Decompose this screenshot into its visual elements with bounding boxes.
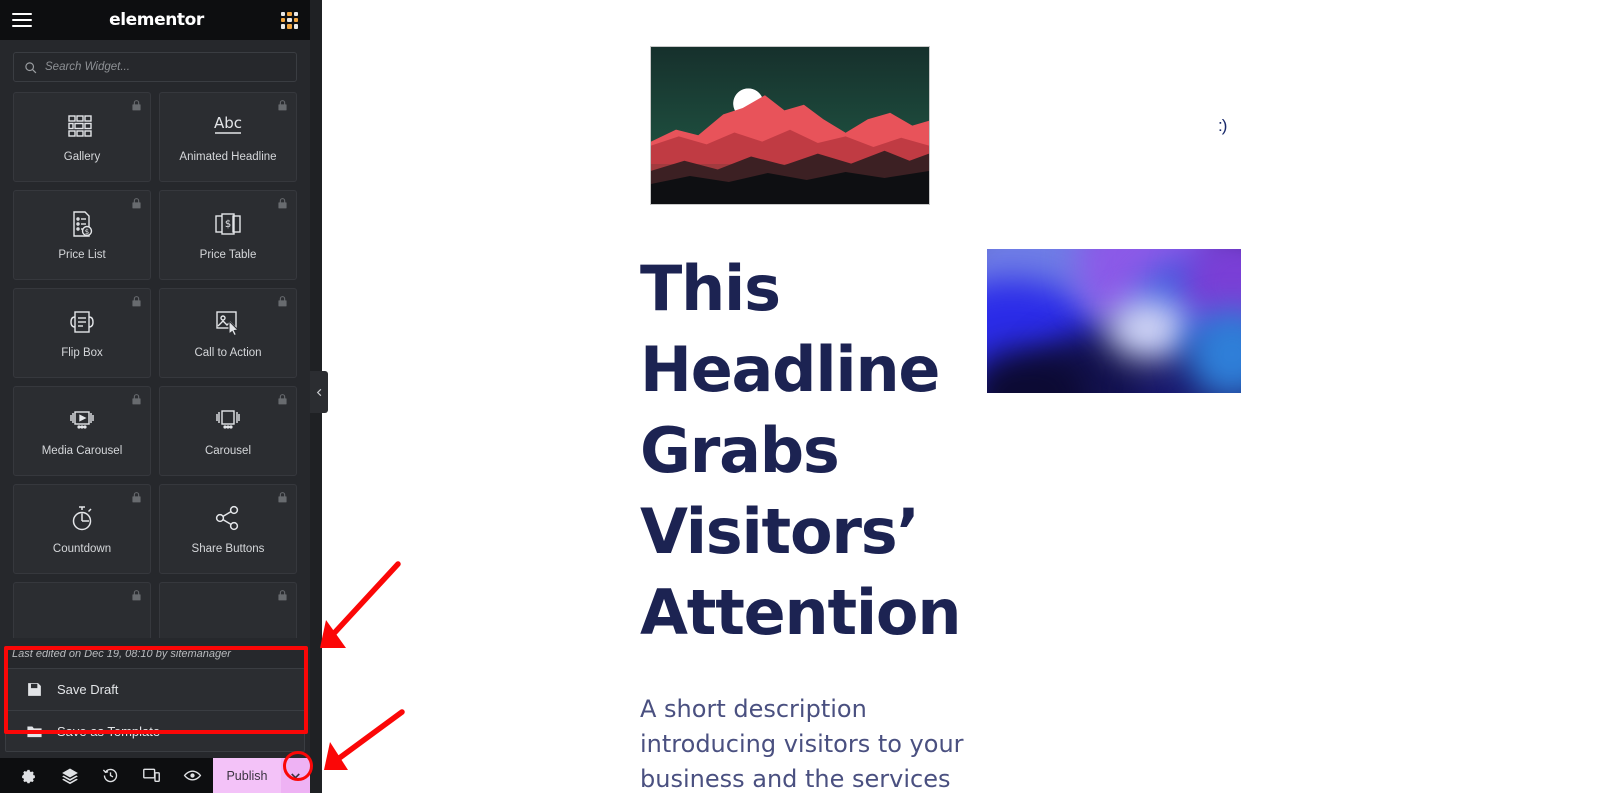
widget-card-partial-right[interactable] bbox=[159, 582, 297, 638]
lock-icon bbox=[132, 590, 141, 601]
widget-card-share-buttons[interactable]: Share Buttons bbox=[159, 484, 297, 574]
elementor-panel: elementor Search Widget... Gallery Abc A… bbox=[0, 0, 310, 793]
publish-dropdown-toggle[interactable] bbox=[280, 758, 310, 793]
widget-label: Share Buttons bbox=[191, 543, 265, 555]
lock-icon bbox=[132, 198, 141, 209]
media-carousel-icon bbox=[66, 405, 98, 435]
save-as-template-button[interactable]: Save as Template bbox=[6, 710, 304, 751]
lock-icon bbox=[278, 590, 287, 601]
search-icon bbox=[25, 61, 37, 73]
widget-label: Gallery bbox=[63, 151, 101, 163]
lock-icon bbox=[132, 492, 141, 503]
toolbar-icons bbox=[0, 758, 213, 793]
search-box[interactable] bbox=[13, 52, 297, 82]
widget-card-flip-box[interactable]: Flip Box bbox=[13, 288, 151, 378]
layers-icon[interactable] bbox=[49, 758, 90, 793]
countdown-stopwatch-icon bbox=[69, 503, 95, 533]
widget-card-gallery[interactable]: Gallery bbox=[13, 92, 151, 182]
history-clock-icon[interactable] bbox=[90, 758, 131, 793]
gallery-grid-icon bbox=[68, 111, 96, 141]
widget-label: Countdown bbox=[52, 543, 112, 555]
lock-icon bbox=[278, 296, 287, 307]
save-draft-label: Save Draft bbox=[57, 682, 119, 697]
publish-button[interactable]: Publish bbox=[213, 758, 281, 793]
gear-icon[interactable] bbox=[8, 758, 49, 793]
folder-icon bbox=[27, 726, 42, 737]
save-options-menu: Save Draft Save as Template bbox=[5, 668, 305, 752]
share-nodes-icon bbox=[214, 503, 242, 533]
panel-bottom-toolbar: Publish bbox=[0, 758, 310, 793]
widget-list[interactable]: Gallery Abc Animated Headline $ Price Li… bbox=[0, 92, 310, 638]
smiley-text: :) bbox=[1218, 116, 1227, 135]
abc-underline-icon: Abc bbox=[211, 111, 245, 141]
save-as-template-label: Save as Template bbox=[57, 723, 161, 739]
widget-card-countdown[interactable]: Countdown bbox=[13, 484, 151, 574]
chevron-down-icon bbox=[291, 773, 300, 779]
responsive-devices-icon[interactable] bbox=[131, 758, 172, 793]
lock-icon bbox=[132, 394, 141, 405]
abstract-gradient-image[interactable] bbox=[987, 249, 1241, 393]
price-list-icon: $ bbox=[69, 209, 95, 239]
svg-text:$: $ bbox=[225, 219, 231, 230]
widget-label: Flip Box bbox=[61, 347, 103, 359]
lock-icon bbox=[278, 100, 287, 111]
lock-icon bbox=[278, 394, 287, 405]
save-draft-button[interactable]: Save Draft bbox=[6, 669, 304, 710]
svg-text:Abc: Abc bbox=[214, 114, 242, 132]
elementor-logo: elementor bbox=[109, 10, 204, 30]
search-input[interactable] bbox=[45, 61, 286, 73]
widget-label: Call to Action bbox=[194, 347, 262, 359]
widget-label: Media Carousel bbox=[41, 445, 123, 457]
carousel-icon bbox=[212, 405, 244, 435]
chevron-left-icon bbox=[316, 388, 321, 396]
widget-card-animated-headline[interactable]: Abc Animated Headline bbox=[159, 92, 297, 182]
panel-header: elementor bbox=[0, 0, 310, 40]
last-edited-text: Last edited on Dec 19, 08:10 by sitemana… bbox=[12, 648, 231, 660]
editor-root: elementor Search Widget... Gallery Abc A… bbox=[0, 0, 1600, 793]
lock-icon bbox=[278, 492, 287, 503]
page-headline[interactable]: This Headline Grabs Visitors’ Attention bbox=[640, 248, 961, 653]
widget-card-media-carousel[interactable]: Media Carousel bbox=[13, 386, 151, 476]
widget-card-partial-left[interactable] bbox=[13, 582, 151, 638]
price-table-icon: $ bbox=[213, 209, 243, 239]
search-widget-area bbox=[0, 40, 310, 92]
flip-box-icon bbox=[67, 307, 97, 337]
widget-card-call-to-action[interactable]: Call to Action bbox=[159, 288, 297, 378]
widget-label: Price List bbox=[58, 249, 106, 261]
widget-card-price-table[interactable]: $ Price Table bbox=[159, 190, 297, 280]
page-description[interactable]: A short description introducing visitors… bbox=[640, 692, 970, 793]
hero-mountain-image[interactable] bbox=[650, 46, 930, 205]
widget-label: Carousel bbox=[204, 445, 252, 457]
floppy-disk-icon bbox=[28, 683, 41, 696]
svg-text:$: $ bbox=[85, 228, 89, 236]
eye-preview-icon[interactable] bbox=[172, 758, 213, 793]
hamburger-icon[interactable] bbox=[12, 13, 32, 27]
widget-card-carousel[interactable]: Carousel bbox=[159, 386, 297, 476]
panel-collapse-handle[interactable] bbox=[310, 371, 328, 413]
lock-icon bbox=[278, 198, 287, 209]
lock-icon bbox=[132, 100, 141, 111]
widget-card-price-list[interactable]: $ Price List bbox=[13, 190, 151, 280]
widget-label: Animated Headline bbox=[179, 151, 277, 163]
widget-label: Price Table bbox=[199, 249, 257, 261]
call-to-action-icon bbox=[213, 307, 243, 337]
page-canvas[interactable]: :) This Headline Grabs Visitors’ Attenti… bbox=[322, 0, 1600, 793]
lock-icon bbox=[132, 296, 141, 307]
grid-apps-icon[interactable] bbox=[281, 11, 298, 29]
